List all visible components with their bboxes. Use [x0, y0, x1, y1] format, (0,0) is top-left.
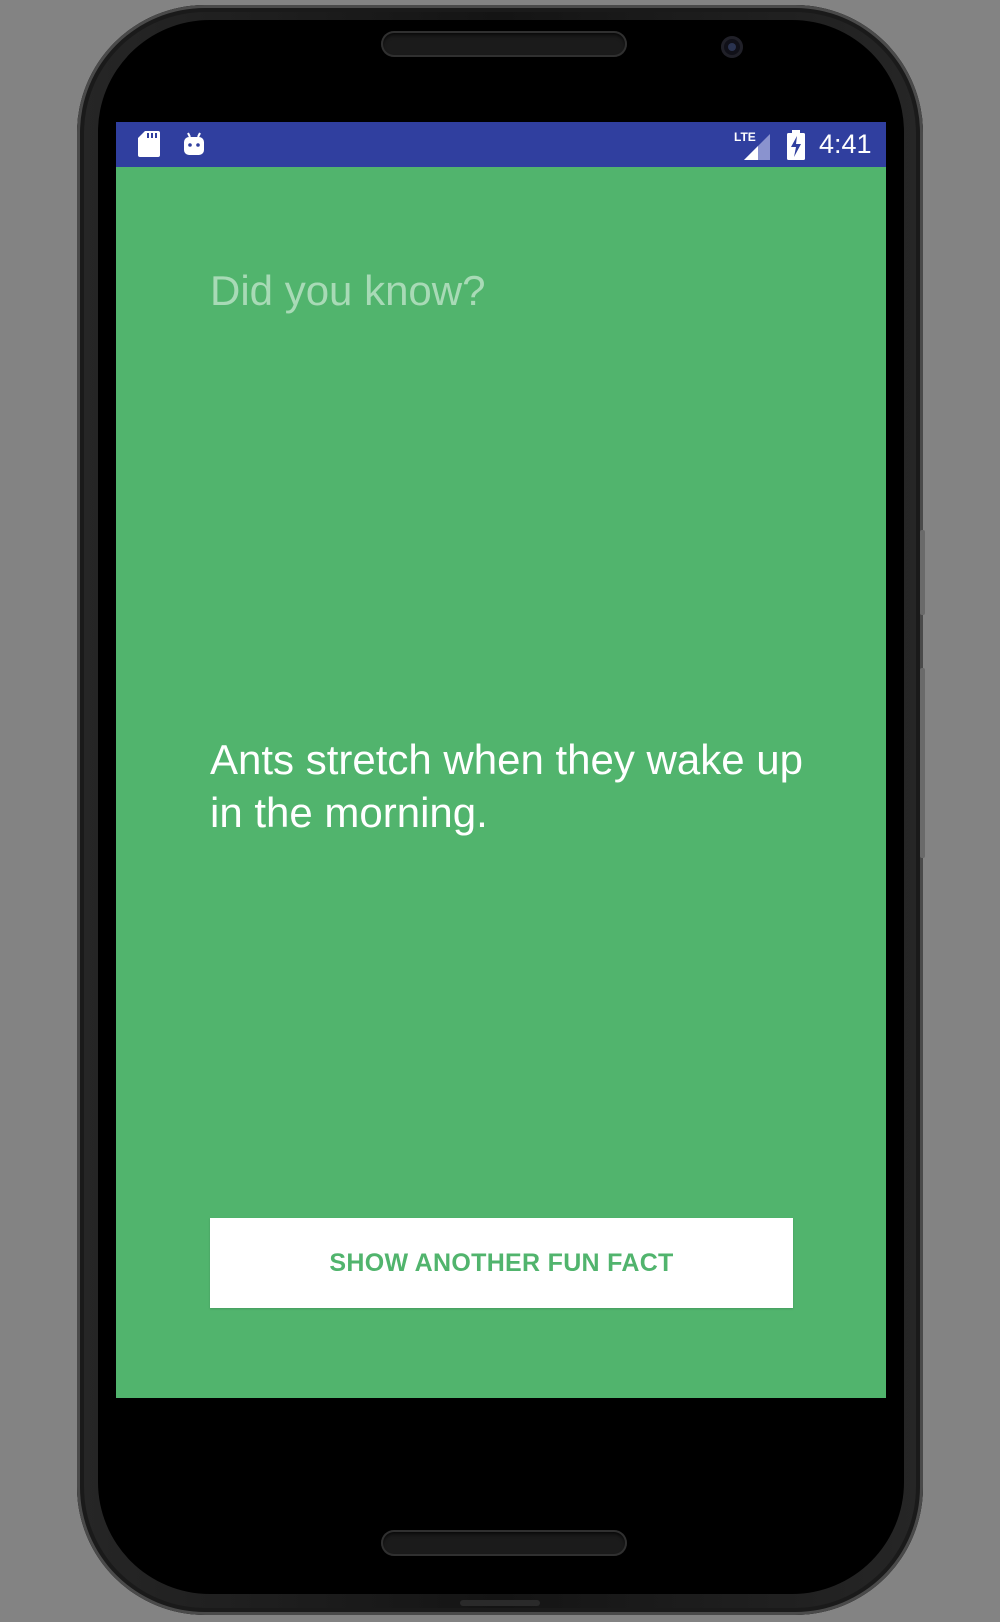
status-clock: 4:41	[819, 129, 872, 159]
battery-charging-icon	[787, 130, 805, 160]
volume-button[interactable]	[920, 530, 925, 615]
top-speaker-grille	[381, 31, 627, 57]
network-type-label: LTE	[734, 130, 756, 144]
status-bar: LTE 4:41	[116, 122, 886, 167]
bottom-speaker-grille	[381, 1530, 627, 1556]
fact-text: Ants stretch when they wake up in the mo…	[210, 736, 803, 836]
android-debug-icon	[184, 132, 204, 155]
front-camera	[721, 36, 743, 58]
lte-signal-icon: LTE	[734, 130, 770, 160]
power-button[interactable]	[920, 668, 925, 858]
show-another-fun-fact-button[interactable]: SHOW ANOTHER FUN FACT	[210, 1218, 793, 1308]
sd-card-icon	[138, 131, 160, 157]
did-you-know-heading: Did you know?	[210, 267, 486, 314]
fun-facts-activity: Did you know? Ants stretch when they wak…	[116, 167, 886, 1398]
device-screen: LTE 4:41 Did you know? Ants stretch when…	[116, 122, 886, 1398]
bottom-port	[460, 1600, 540, 1606]
